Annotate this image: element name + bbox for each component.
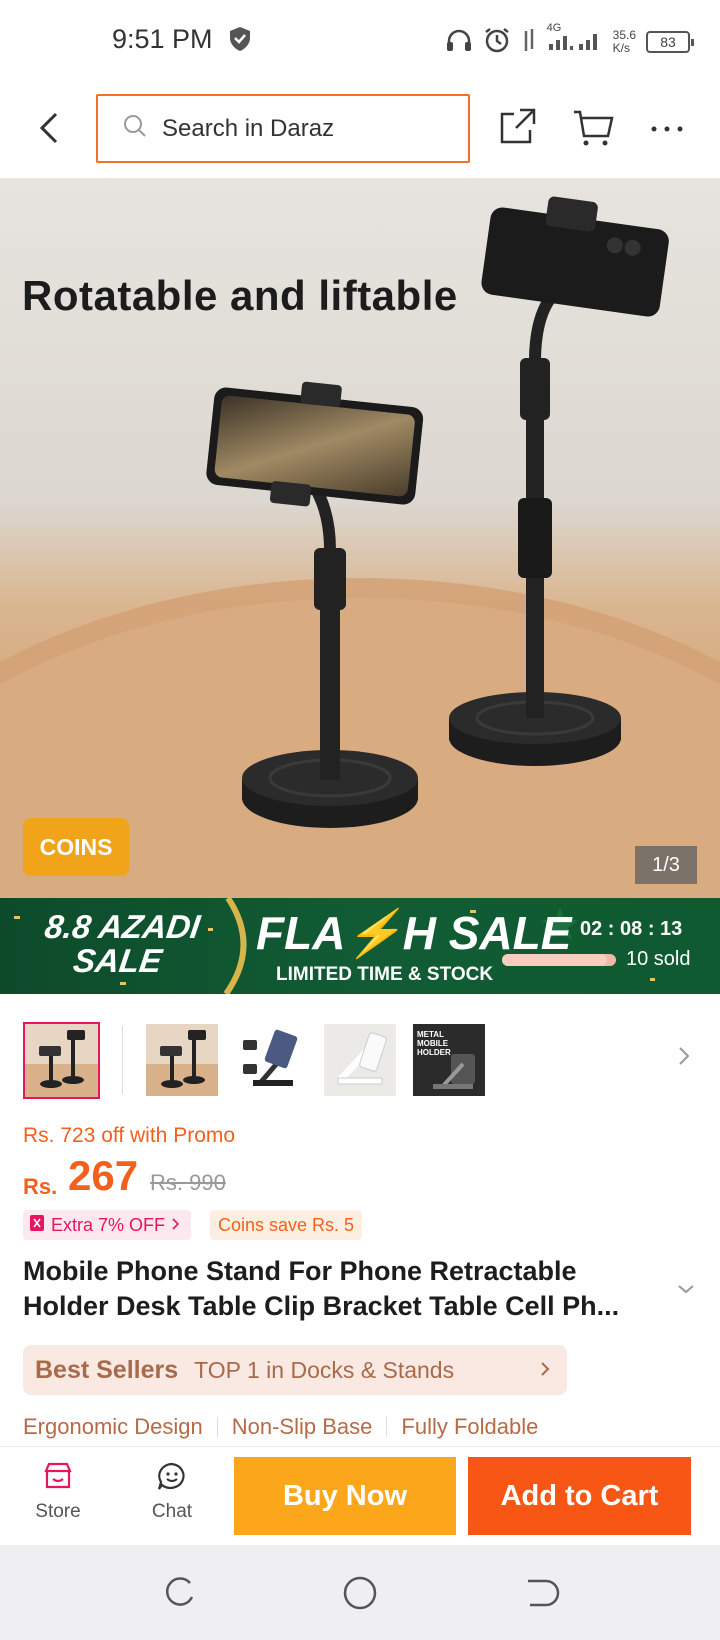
thumbnail-5[interactable]: METAL MOBILE HOLDER: [413, 1024, 485, 1096]
countdown-timer: 02 : 08 : 13: [580, 918, 683, 940]
product-image-carousel[interactable]: Rotatable and liftable COINS 1/3: [0, 178, 720, 898]
back-nav-icon[interactable]: [520, 1573, 560, 1618]
event-name-line1: 8.8 AZADI: [42, 908, 203, 945]
headphones-icon: [445, 27, 473, 58]
status-bar: 9:51 PM 4G 35.6 K/s 83: [0, 0, 720, 80]
store-label: Store: [35, 1501, 81, 1522]
chevron-down-icon[interactable]: [676, 1282, 696, 1300]
sold-count: 10 sold: [626, 948, 691, 970]
top-header: Search in Daraz: [0, 80, 720, 178]
feature-item: Ergonomic Design: [23, 1414, 203, 1439]
best-sellers-banner[interactable]: Best Sellers TOP 1 in Docks & Stands: [23, 1345, 567, 1395]
search-input[interactable]: Search in Daraz: [96, 94, 470, 163]
store-icon: [42, 1462, 74, 1496]
buy-now-button[interactable]: Buy Now: [234, 1457, 456, 1535]
shield-icon: [228, 26, 252, 57]
coins-badge[interactable]: COINS: [23, 818, 129, 876]
image-counter: 1/3: [635, 846, 697, 884]
network-speed-value: 35.6: [612, 28, 636, 42]
recent-apps-icon[interactable]: [160, 1573, 200, 1618]
network-speed-unit: K/s: [612, 41, 630, 55]
signal-icon: 4G: [547, 22, 603, 57]
chevron-right-icon: [171, 1215, 181, 1236]
home-icon[interactable]: [340, 1573, 380, 1618]
voucher-icon: [29, 1214, 45, 1237]
network-type-label: 4G: [546, 21, 562, 34]
best-sellers-rank: TOP 1 in Docks & Stands: [194, 1356, 455, 1383]
feature-divider: [386, 1417, 388, 1437]
promo-text[interactable]: Rs. 723 off with Promo: [23, 1124, 235, 1148]
system-nav-bar: [0, 1545, 720, 1640]
chat-label: Chat: [151, 1501, 193, 1522]
thumbnail-4[interactable]: [324, 1024, 396, 1096]
add-to-cart-button[interactable]: Add to Cart: [468, 1457, 691, 1535]
thumbnail-1[interactable]: [23, 1022, 100, 1099]
share-icon[interactable]: [498, 106, 538, 151]
flash-sale-subtitle: LIMITED TIME & STOCK: [276, 964, 494, 985]
extra-off-tag[interactable]: Extra 7% OFF: [23, 1210, 192, 1240]
status-time: 9:51 PM: [112, 24, 213, 54]
extra-off-label: Extra 7% OFF: [51, 1214, 166, 1235]
price-currency: Rs.: [23, 1174, 58, 1199]
product-title[interactable]: Mobile Phone Stand For Phone Retractable…: [23, 1254, 663, 1324]
search-placeholder: Search in Daraz: [162, 114, 335, 142]
best-sellers-label: Best Sellers: [35, 1355, 179, 1384]
thumbnail-2[interactable]: [146, 1024, 218, 1096]
back-arrow-icon[interactable]: [30, 106, 70, 150]
network-speed: 35.6 K/s: [613, 29, 636, 55]
event-name-line2: SALE: [71, 942, 165, 979]
feature-item: Non-Slip Base: [231, 1414, 373, 1439]
more-options-icon[interactable]: [650, 108, 684, 142]
thumbnail-divider: [122, 1026, 123, 1094]
thumbnail-strip: METAL MOBILE HOLDER: [0, 1020, 720, 1100]
chat-button[interactable]: Chat: [142, 1461, 202, 1523]
product-title-line2: Holder Desk Table Clip Bracket Table Cel…: [23, 1291, 620, 1321]
store-button[interactable]: Store: [28, 1461, 88, 1523]
feature-highlights: Ergonomic Design Non-Slip Base Fully Fol…: [23, 1414, 538, 1440]
flash-sale-banner[interactable]: 8.8 AZADI SALE FLA⚡H SALE LIMITED TIME &…: [0, 898, 720, 994]
coins-save-tag[interactable]: Coins save Rs. 5: [210, 1210, 363, 1240]
sold-progress-fill: [502, 954, 607, 966]
battery-level: 83: [660, 34, 676, 50]
battery-icon: 83: [646, 31, 694, 53]
thumbnail-5-caption: METAL MOBILE HOLDER: [417, 1030, 451, 1057]
cart-icon[interactable]: [572, 106, 616, 153]
feature-divider: [216, 1417, 218, 1437]
event-name: 8.8 AZADI SALE: [35, 908, 205, 979]
status-icons: 4G 35.6 K/s 83: [445, 22, 694, 62]
original-price: Rs. 990: [150, 1170, 226, 1195]
flash-sale-title: FLA⚡H SALE: [256, 907, 572, 959]
sold-progress-bar: [502, 954, 616, 966]
product-title-line1: Mobile Phone Stand For Phone Retractable: [23, 1256, 577, 1286]
image-headline: Rotatable and liftable: [22, 272, 458, 319]
search-icon: [122, 113, 148, 144]
bottom-action-bar: Store Chat Buy Now Add to Cart: [0, 1446, 720, 1545]
alarm-icon: [483, 26, 511, 59]
current-price: 267: [68, 1152, 139, 1199]
chat-icon: [156, 1462, 188, 1496]
chevron-right-icon[interactable]: [676, 1044, 692, 1073]
thumbnail-3[interactable]: [235, 1024, 307, 1096]
feature-item: Fully Foldable: [401, 1414, 539, 1439]
chevron-right-icon: [539, 1357, 551, 1386]
data-arrows-icon: [521, 27, 537, 58]
